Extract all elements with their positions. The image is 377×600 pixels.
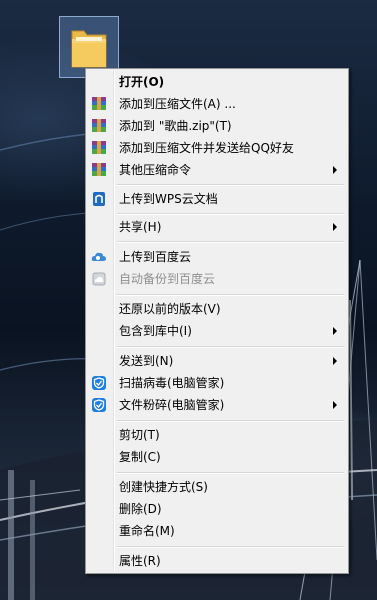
chevron-right-icon [333,401,337,409]
tencent-shield-icon [92,398,106,412]
menu-item-upload-baidu[interactable]: 上传到百度云 [88,246,346,268]
menu-item-label: 复制(C) [119,450,161,464]
menu-separator [117,420,344,422]
menu-item-label: 添加到压缩文件并发送给QQ好友 [119,141,294,155]
menu-item-add-to-archive[interactable]: 添加到压缩文件(A) ... [88,93,346,115]
menu-item-include-in-library[interactable]: 包含到库中(I) [88,320,346,342]
menu-separator [117,184,344,186]
baidu-cloud-icon [92,272,106,286]
menu-item-rename[interactable]: 重命名(M) [88,520,346,542]
menu-item-label: 创建快捷方式(S) [119,480,208,494]
menu-item-label: 扫描病毒(电脑管家) [119,376,225,390]
menu-item-send-to[interactable]: 发送到(N) [88,350,346,372]
menu-item-label: 上传到WPS云文档 [119,192,218,206]
menu-item-label: 共享(H) [119,220,162,234]
wps-cloud-icon [93,192,105,206]
folder-icon [71,30,107,68]
menu-item-label: 添加到压缩文件(A) ... [119,97,236,111]
menu-item-label: 自动备份到百度云 [119,272,216,286]
menu-item-share[interactable]: 共享(H) [88,216,346,238]
chevron-right-icon [333,327,337,335]
baidu-cloud-icon [91,252,106,261]
menu-item-create-shortcut[interactable]: 创建快捷方式(S) [88,476,346,498]
menu-item-other-compress[interactable]: 其他压缩命令 [88,159,346,181]
menu-item-label: 剪切(T) [119,428,160,442]
menu-item-scan-virus[interactable]: 扫描病毒(电脑管家) [88,372,346,394]
menu-separator [117,346,344,348]
menu-item-file-shred[interactable]: 文件粉碎(电脑管家) [88,394,346,416]
menu-item-copy[interactable]: 复制(C) [88,446,346,468]
menu-item-label: 其他压缩命令 [119,163,192,177]
chevron-right-icon [333,223,337,231]
menu-separator [117,213,344,215]
menu-item-label: 上传到百度云 [119,250,192,264]
context-menu: 打开(O) 添加到压缩文件(A) ... 添加到 "歌曲.zip"(T) 添加到… [85,68,349,574]
menu-item-delete[interactable]: 删除(D) [88,498,346,520]
menu-item-cut[interactable]: 剪切(T) [88,424,346,446]
tencent-shield-icon [92,376,106,390]
menu-item-label: 添加到 "歌曲.zip"(T) [119,119,232,133]
winrar-icon [92,141,106,154]
menu-item-label: 属性(R) [119,554,161,568]
menu-item-label: 还原以前的版本(V) [119,302,221,316]
chevron-right-icon [333,357,337,365]
menu-item-add-to-zip[interactable]: 添加到 "歌曲.zip"(T) [88,115,346,137]
menu-item-label: 重命名(M) [119,524,175,538]
menu-separator [117,241,344,243]
menu-item-auto-backup-baidu: 自动备份到百度云 [88,268,346,290]
menu-item-label: 删除(D) [119,502,162,516]
menu-item-label: 打开(O) [119,75,165,89]
menu-item-properties[interactable]: 属性(R) [88,550,346,572]
winrar-icon [92,97,106,110]
menu-separator [117,546,344,548]
winrar-icon [92,163,106,176]
menu-item-add-and-send-qq[interactable]: 添加到压缩文件并发送给QQ好友 [88,137,346,159]
menu-item-label: 包含到库中(I) [119,324,192,338]
menu-item-label: 文件粉碎(电脑管家) [119,398,225,412]
chevron-right-icon [333,166,337,174]
menu-item-label: 发送到(N) [119,354,174,368]
menu-item-restore-previous[interactable]: 还原以前的版本(V) [88,298,346,320]
menu-item-upload-wps[interactable]: 上传到WPS云文档 [88,188,346,210]
menu-separator [117,294,344,296]
menu-item-open[interactable]: 打开(O) [88,71,346,93]
winrar-icon [92,119,106,132]
menu-separator [117,472,344,474]
